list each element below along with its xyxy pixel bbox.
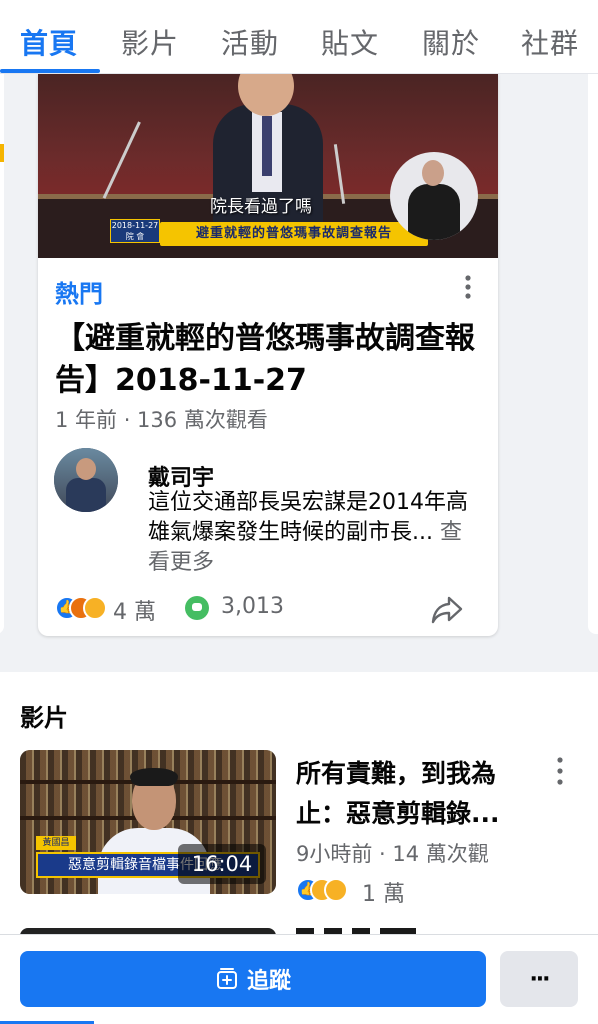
video-thumbnail[interactable]: 黃國昌 惡意剪輯錄音檔事件回應 16:04 <box>20 750 276 894</box>
video-meta: 9小時前 · 14 萬次觀 <box>296 842 489 866</box>
videos-section: 影片 黃國昌 惡意剪輯錄音檔事件回應 16:04 所有責難，到我為止：惡意剪輯錄… <box>0 672 598 942</box>
more-actions-label: ··· <box>529 966 550 992</box>
follow-icon <box>216 968 237 989</box>
next-card-peek[interactable] <box>588 74 598 634</box>
comments-count[interactable]: 3,013 <box>221 594 284 619</box>
page-tab-bar: 首頁 影片 活動 貼文 關於 社群 <box>0 0 598 74</box>
videos-section-title: 影片 <box>20 704 68 732</box>
video-reactions-count: 1 萬 <box>362 882 405 907</box>
more-options-icon[interactable] <box>552 756 568 786</box>
previous-card-peek[interactable] <box>0 74 4 634</box>
follow-button-label: 追蹤 <box>246 969 291 994</box>
featured-video-meta: 1 年前 · 136 萬次觀看 <box>55 408 268 432</box>
featured-video-card[interactable]: 院長看過了嗎 2018-11-27 院 會 避重就輕的普悠瑪事故調查報告 熱門 … <box>38 74 498 636</box>
more-options-icon[interactable] <box>456 274 480 300</box>
commenter-avatar[interactable] <box>54 448 118 512</box>
tab-community[interactable]: 社群 <box>521 22 579 62</box>
featured-video-thumbnail[interactable]: 院長看過了嗎 2018-11-27 院 會 避重就輕的普悠瑪事故調查報告 <box>38 74 498 258</box>
top-comment-text: 這位交通部長吳宏謀是2014年高雄氣爆案發生時候的副市長... 查看更多 <box>148 490 468 575</box>
active-tab-indicator <box>0 69 100 73</box>
tab-home[interactable]: 首頁 <box>20 22 78 62</box>
featured-carousel: 院長看過了嗎 2018-11-27 院 會 避重就輕的普悠瑪事故調查報告 熱門 … <box>0 74 598 660</box>
popular-label: 熱門 <box>55 280 103 308</box>
comment-icon <box>185 596 209 620</box>
tab-videos[interactable]: 影片 <box>121 22 179 62</box>
thumbnail-date-box: 2018-11-27 院 會 <box>110 219 160 243</box>
more-actions-button[interactable]: ··· <box>500 951 578 1007</box>
thumbnail-name-tag: 黃國昌 <box>36 836 76 850</box>
sign-language-interpreter-inset <box>390 152 478 240</box>
featured-video-title[interactable]: 【避重就輕的普悠瑪事故調查報告】2018-11-27 <box>55 318 485 402</box>
wow-reaction-icon <box>324 878 348 902</box>
sad-reaction-icon <box>83 596 107 620</box>
video-title[interactable]: 所有責難，到我為止：惡意剪輯錄... <box>296 754 536 834</box>
thumbnail-banner: 避重就輕的普悠瑪事故調查報告 <box>160 222 428 246</box>
reactions-count: 4 萬 <box>113 600 156 625</box>
bottom-action-bar: 追蹤 ··· <box>0 934 598 1024</box>
tab-posts[interactable]: 貼文 <box>321 22 379 62</box>
thumbnail-subtitle: 院長看過了嗎 <box>210 197 312 217</box>
tab-about[interactable]: 關於 <box>422 22 480 62</box>
tab-events[interactable]: 活動 <box>221 22 279 62</box>
share-icon[interactable] <box>430 592 464 626</box>
video-duration: 16:04 <box>178 844 266 884</box>
follow-button[interactable]: 追蹤 <box>20 951 486 1007</box>
